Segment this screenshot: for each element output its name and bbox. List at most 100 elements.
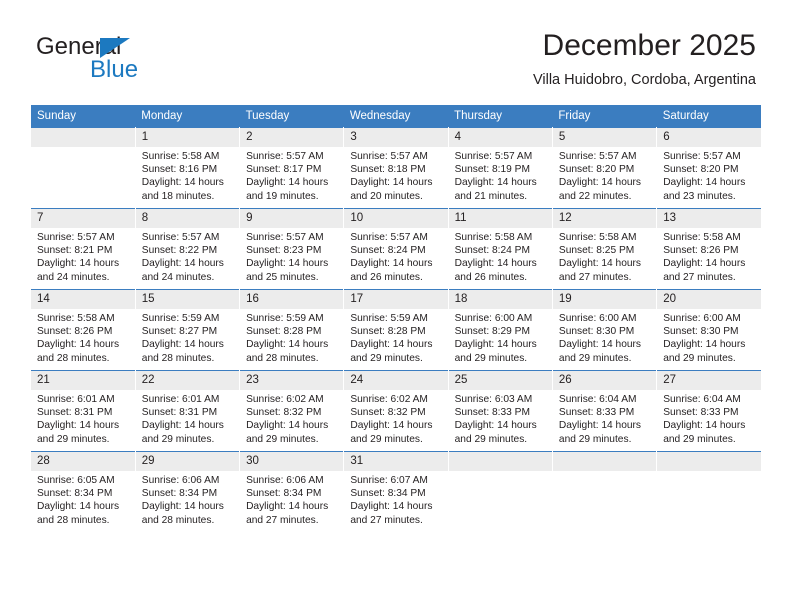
calendar-day-cell[interactable]: 7 Sunrise: 5:57 AM Sunset: 8:21 PM Daylight…: [31, 208, 136, 290]
day-info-line: Daylight: 14 hours: [663, 177, 746, 189]
day-info-line: Sunset: 8:27 PM: [141, 326, 218, 338]
day-info-line: Daylight: 14 hours: [246, 501, 329, 513]
day-info-line: Sunset: 8:20 PM: [558, 164, 635, 176]
day-info-line: Sunrise: 6:00 AM: [558, 313, 637, 324]
day-sun-info: Sunrise: 6:07 AM Sunset: 8:34 PM Daylight:…: [344, 471, 447, 527]
day-info-line: Daylight: 14 hours: [246, 420, 329, 432]
day-number: 4: [448, 128, 552, 147]
calendar-table: Sunday Monday Tuesday Wednesday Thursday Frid…: [31, 105, 761, 532]
generalblue-logo[interactable]: General Blue: [36, 33, 256, 89]
calendar-day-cell[interactable]: 30 Sunrise: 6:06 AM Sunset: 8:34 PM Dayligh…: [239, 451, 345, 532]
day-sun-info: Sunrise: 5:59 AM Sunset: 8:28 PM Daylight:…: [240, 309, 343, 365]
calendar-day-cell[interactable]: 8 Sunrise: 5:57 AM Sunset: 8:22 PM Daylight…: [134, 208, 241, 290]
calendar-day-cell[interactable]: 4 Sunrise: 5:57 AM Sunset: 8:19 PM Daylight…: [447, 127, 553, 209]
calendar-day-cell[interactable]: 23 Sunrise: 6:02 AM Sunset: 8:32 PM Dayligh…: [239, 370, 345, 452]
weekday-header-friday: Friday: [552, 105, 657, 128]
day-sun-info: Sunrise: 5:57 AM Sunset: 8:17 PM Daylight:…: [240, 147, 343, 203]
calendar-day-cell[interactable]: 28 Sunrise: 6:05 AM Sunset: 8:34 PM Dayligh…: [31, 451, 136, 532]
day-sun-info: Sunrise: 5:59 AM Sunset: 8:28 PM Daylight:…: [344, 309, 447, 365]
day-sun-info: Sunrise: 6:05 AM Sunset: 8:34 PM Daylight:…: [31, 471, 135, 527]
calendar-day-cell[interactable]: 1 Sunrise: 5:58 AM Sunset: 8:16 PM Daylight…: [134, 127, 241, 209]
calendar-day-cell[interactable]: 16 Sunrise: 5:59 AM Sunset: 8:28 PM Dayligh…: [239, 289, 345, 371]
calendar-day-cell[interactable]: 18 Sunrise: 6:00 AM Sunset: 8:29 PM Dayligh…: [447, 289, 553, 371]
calendar-day-cell[interactable]: 20 Sunrise: 6:00 AM Sunset: 8:30 PM Dayligh…: [656, 289, 761, 371]
calendar-day-cell[interactable]: 12 Sunrise: 5:58 AM Sunset: 8:25 PM Dayligh…: [551, 208, 658, 290]
day-info-line: Sunset: 8:16 PM: [141, 164, 218, 176]
calendar-day-cell[interactable]: 29 Sunrise: 6:06 AM Sunset: 8:34 PM Dayligh…: [134, 451, 241, 532]
day-number: 2: [240, 128, 344, 147]
day-info-line: Sunrise: 6:00 AM: [663, 313, 741, 324]
weekday-header-tuesday: Tuesday: [239, 105, 344, 128]
day-info-line: Daylight: 14 hours: [37, 258, 120, 270]
calendar-day-cell[interactable]: 14 Sunrise: 5:58 AM Sunset: 8:26 PM Dayligh…: [31, 289, 136, 371]
day-info-line: and 28 minutes.: [141, 514, 215, 526]
day-sun-info: Sunrise: 6:00 AM Sunset: 8:30 PM Daylight:…: [657, 309, 761, 365]
day-info-line: Sunrise: 6:02 AM: [246, 394, 324, 405]
calendar-day-cell[interactable]: 27 Sunrise: 6:04 AM Sunset: 8:33 PM Dayligh…: [656, 370, 761, 452]
day-info-line: Sunrise: 5:57 AM: [37, 232, 115, 243]
calendar-day-cell[interactable]: 25 Sunrise: 6:03 AM Sunset: 8:33 PM Dayligh…: [447, 370, 553, 452]
calendar-day-cell[interactable]: 31 Sunrise: 6:07 AM Sunset: 8:34 PM Dayligh…: [343, 451, 449, 532]
day-info-line: Sunrise: 5:58 AM: [558, 232, 637, 243]
day-info-line: Sunrise: 5:58 AM: [141, 151, 220, 162]
day-info-line: Daylight: 14 hours: [350, 177, 433, 189]
page-header: General Blue December 2025 Villa Huidobr…: [0, 0, 792, 100]
day-sun-info: Sunrise: 6:01 AM Sunset: 8:31 PM Daylight:…: [136, 390, 239, 446]
day-info-line: Sunrise: 6:04 AM: [558, 394, 637, 405]
calendar-day-cell[interactable]: 11 Sunrise: 5:58 AM Sunset: 8:24 PM Dayligh…: [447, 208, 553, 290]
day-info-line: and 27 minutes.: [663, 271, 736, 283]
calendar-day-cell[interactable]: 21 Sunrise: 6:01 AM Sunset: 8:31 PM Dayligh…: [31, 370, 136, 452]
calendar-day-cell[interactable]: 9 Sunrise: 5:57 AM Sunset: 8:23 PM Daylight…: [239, 208, 345, 290]
day-info-line: Sunrise: 5:57 AM: [350, 232, 428, 243]
day-info-line: and 18 minutes.: [141, 190, 215, 202]
day-sun-info: Sunrise: 6:04 AM Sunset: 8:33 PM Daylight:…: [553, 390, 656, 446]
day-info-line: Sunset: 8:30 PM: [663, 326, 739, 338]
day-info-line: Sunrise: 6:05 AM: [37, 475, 115, 486]
day-sun-info: Sunrise: 5:57 AM Sunset: 8:20 PM Daylight:…: [657, 147, 761, 203]
day-info-line: Sunrise: 5:59 AM: [141, 313, 220, 324]
day-info-line: Sunrise: 5:57 AM: [558, 151, 637, 162]
day-info-line: Daylight: 14 hours: [558, 339, 642, 351]
calendar-day-cell[interactable]: 15 Sunrise: 5:59 AM Sunset: 8:27 PM Dayligh…: [134, 289, 241, 371]
calendar-day-cell[interactable]: 19 Sunrise: 6:00 AM Sunset: 8:30 PM Dayligh…: [551, 289, 658, 371]
day-info-line: and 23 minutes.: [663, 190, 736, 202]
calendar-day-cell[interactable]: 2 Sunrise: 5:57 AM Sunset: 8:17 PM Daylight…: [239, 127, 345, 209]
calendar-day-cell[interactable]: 5 Sunrise: 5:57 AM Sunset: 8:20 PM Daylight…: [551, 127, 658, 209]
logo-text-blue: Blue: [90, 56, 139, 83]
day-info-line: Daylight: 14 hours: [663, 339, 746, 351]
day-number: [552, 452, 657, 471]
weekday-header-saturday: Saturday: [656, 105, 761, 128]
day-info-line: Daylight: 14 hours: [37, 339, 120, 351]
calendar-day-cell[interactable]: 26 Sunrise: 6:04 AM Sunset: 8:33 PM Dayligh…: [551, 370, 658, 452]
calendar-day-cell[interactable]: 3 Sunrise: 5:57 AM Sunset: 8:18 PM Daylight…: [343, 127, 449, 209]
day-info-line: Sunset: 8:28 PM: [246, 326, 322, 338]
day-info-line: and 28 minutes.: [246, 352, 319, 364]
day-sun-info: Sunrise: 5:59 AM Sunset: 8:27 PM Daylight:…: [136, 309, 239, 365]
calendar-day-cell[interactable]: 24 Sunrise: 6:02 AM Sunset: 8:32 PM Dayligh…: [343, 370, 449, 452]
calendar-day-cell[interactable]: 10 Sunrise: 5:57 AM Sunset: 8:24 PM Dayligh…: [343, 208, 449, 290]
day-info-line: Sunset: 8:23 PM: [246, 245, 322, 257]
calendar-day-cell[interactable]: 6 Sunrise: 5:57 AM Sunset: 8:20 PM Daylight…: [656, 127, 761, 209]
weekday-header-sunday: Sunday: [31, 105, 136, 128]
day-info-line: and 29 minutes.: [350, 352, 423, 364]
day-info-line: and 29 minutes.: [558, 433, 632, 445]
day-sun-info: Sunrise: 5:58 AM Sunset: 8:25 PM Daylight:…: [553, 228, 656, 284]
day-info-line: and 29 minutes.: [663, 352, 736, 364]
day-info-line: Sunrise: 6:01 AM: [141, 394, 220, 405]
day-info-line: and 29 minutes.: [558, 352, 632, 364]
day-info-line: Daylight: 14 hours: [663, 420, 746, 432]
day-info-line: Daylight: 14 hours: [37, 420, 120, 432]
day-info-line: Sunset: 8:34 PM: [141, 488, 218, 500]
calendar-day-cell[interactable]: 22 Sunrise: 6:01 AM Sunset: 8:31 PM Dayligh…: [134, 370, 241, 452]
day-sun-info: Sunrise: 5:57 AM Sunset: 8:23 PM Daylight:…: [240, 228, 343, 284]
day-number: 5: [552, 128, 657, 147]
day-info-line: Sunrise: 5:59 AM: [246, 313, 324, 324]
calendar-day-cell[interactable]: 17 Sunrise: 5:59 AM Sunset: 8:28 PM Dayligh…: [343, 289, 449, 371]
day-info-line: Daylight: 14 hours: [454, 258, 537, 270]
logo-triangle-icon: [100, 38, 130, 58]
calendar-day-cell[interactable]: 13 Sunrise: 5:58 AM Sunset: 8:26 PM Dayligh…: [656, 208, 761, 290]
weekday-header-monday: Monday: [135, 105, 240, 128]
day-info-line: Daylight: 14 hours: [454, 177, 537, 189]
day-number: [31, 128, 135, 147]
calendar-header-row: Sunday Monday Tuesday Wednesday Thursday Frid…: [31, 105, 761, 128]
